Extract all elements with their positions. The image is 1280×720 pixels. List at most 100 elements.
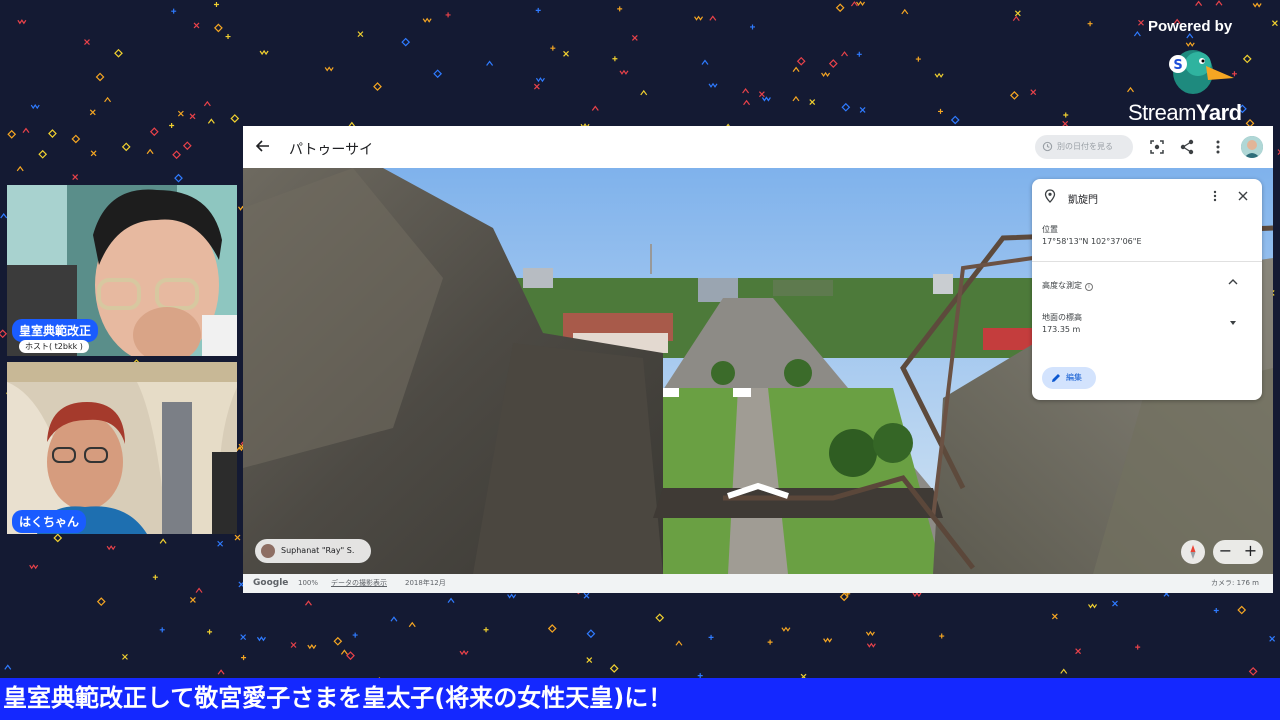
confetti-piece: [563, 50, 569, 57]
zoom-in-button[interactable]: +: [1238, 540, 1263, 562]
confetti-piece: [53, 533, 63, 543]
participant-name-tag: 皇室典範改正: [12, 319, 99, 342]
confetti-piece: [290, 642, 297, 648]
confetti-piece: [1213, 608, 1219, 614]
confetti-piece: [259, 49, 269, 56]
participant-name-tag: はくちゃん: [12, 510, 87, 533]
confetti-piece: [483, 627, 489, 633]
place-name: 凱旋門: [1068, 195, 1098, 206]
confetti-piece: [230, 114, 240, 123]
confetti-piece: [865, 630, 875, 637]
confetti-piece: [761, 96, 771, 102]
confetti-piece: [856, 51, 862, 57]
back-arrow-icon[interactable]: [255, 138, 271, 154]
confetti-piece: [631, 34, 638, 41]
confetti-piece: [708, 634, 714, 640]
confetti-piece: [1075, 648, 1082, 655]
confetti-piece: [591, 105, 599, 111]
compass-button[interactable]: [1181, 540, 1205, 564]
confetti-piece: [177, 110, 184, 117]
zoom-out-button[interactable]: −: [1213, 540, 1238, 562]
close-icon[interactable]: [1237, 190, 1249, 202]
confetti-piece: [583, 592, 590, 599]
participant-tile-guest[interactable]: はくちゃん: [7, 362, 237, 534]
confetti-piece: [694, 15, 704, 21]
confetti-piece: [459, 650, 469, 656]
confetti-piece: [640, 89, 648, 96]
confetti-piece: [307, 644, 317, 650]
confetti-piece: [16, 165, 24, 172]
confetti-piece: [90, 150, 97, 157]
confetti-piece: [346, 651, 355, 661]
confetti-piece: [447, 597, 455, 603]
confetti-piece: [373, 82, 382, 91]
confetti-piece: [0, 329, 8, 339]
confetti-piece: [48, 129, 57, 138]
confetti-piece: [901, 8, 909, 15]
confetti-piece: [256, 636, 266, 642]
confetti-piece: [1242, 54, 1252, 64]
card-divider: [1032, 261, 1262, 262]
history-icon: [1042, 141, 1053, 152]
confetti-piece: [171, 8, 177, 14]
chevron-up-icon[interactable]: [1228, 278, 1238, 286]
confetti-piece: [29, 564, 39, 570]
confetti-piece: [675, 640, 683, 646]
focus-frame-icon[interactable]: [1148, 138, 1166, 156]
confetti-piece: [234, 534, 241, 541]
confetti-piece: [507, 593, 517, 599]
contributor-avatar: [261, 544, 275, 558]
confetti-piece: [915, 56, 921, 62]
confetti-piece: [1135, 644, 1141, 650]
bottom-ticker-banner: 皇室典範改正して敬宮愛子さまを皇太子(将来の女性天皇)に！: [0, 678, 1280, 720]
confetti-piece: [189, 113, 196, 120]
confetti-piece: [586, 629, 596, 639]
wordmark-part-1: Stream: [1128, 100, 1196, 125]
participant-tile-host[interactable]: 皇室典範改正 ホスト( t2bkk ): [7, 185, 237, 356]
account-avatar[interactable]: [1241, 136, 1263, 158]
confetti-piece: [609, 664, 619, 673]
confetti-piece: [796, 56, 806, 66]
confetti-piece: [203, 100, 211, 107]
powered-by-label: Powered by: [1148, 18, 1233, 35]
confetti-piece: [486, 60, 494, 66]
card-more-icon[interactable]: [1210, 190, 1220, 202]
confetti-piece: [758, 91, 765, 98]
confetti-piece: [104, 96, 112, 103]
participant-role-tag: ホスト( t2bkk ): [19, 340, 89, 353]
confetti-piece: [333, 636, 343, 646]
shared-screen-google-maps[interactable]: パトゥーサイ 別の日付を見る 凱旋門 位置 17°58'13"N 102°37'…: [243, 126, 1273, 593]
confetti-piece: [619, 69, 629, 75]
confetti-piece: [1269, 635, 1276, 642]
camera-height: カメラ: 176 m: [1211, 579, 1259, 587]
confetti-piece: [390, 616, 398, 622]
compass-icon: [1190, 545, 1196, 559]
confetti-piece: [304, 600, 312, 606]
confetti-piece: [938, 108, 944, 114]
info-icon[interactable]: i: [1085, 283, 1093, 291]
confetti-piece: [174, 173, 183, 183]
other-dates-button[interactable]: 別の日付を見る: [1035, 135, 1133, 159]
dropdown-caret-icon[interactable]: [1229, 320, 1237, 326]
confetti-piece: [195, 587, 203, 593]
edit-button[interactable]: 編集: [1042, 367, 1096, 389]
confetti-piece: [1010, 91, 1019, 100]
confetti-piece: [533, 83, 540, 90]
maps-footer: Google 100% データの撮影表示 2018年12月 カメラ: 176 m: [243, 574, 1273, 593]
coordinates-value: 17°58'13"N 102°37'06"E: [1042, 237, 1142, 246]
confetti-piece: [146, 148, 154, 155]
share-icon[interactable]: [1178, 138, 1196, 156]
confetti-piece: [792, 66, 800, 72]
other-dates-label: 別の日付を見る: [1057, 142, 1113, 151]
confetti-piece: [950, 115, 960, 125]
elevation-section-header[interactable]: 高度な測定 i: [1042, 280, 1093, 291]
place-info-card: 凱旋門 位置 17°58'13"N 102°37'06"E 高度な測定 i 地面の…: [1032, 179, 1262, 400]
confetti-piece: [828, 59, 838, 68]
confetti-piece: [809, 99, 816, 105]
contributor-chip[interactable]: Suphanat "Ray" S.: [255, 539, 371, 563]
more-vert-icon[interactable]: [1209, 138, 1227, 156]
confetti-piece: [550, 45, 556, 51]
confetti-piece: [743, 99, 751, 106]
capture-history-link[interactable]: データの撮影表示: [331, 574, 387, 593]
confetti-piece: [1112, 600, 1118, 607]
